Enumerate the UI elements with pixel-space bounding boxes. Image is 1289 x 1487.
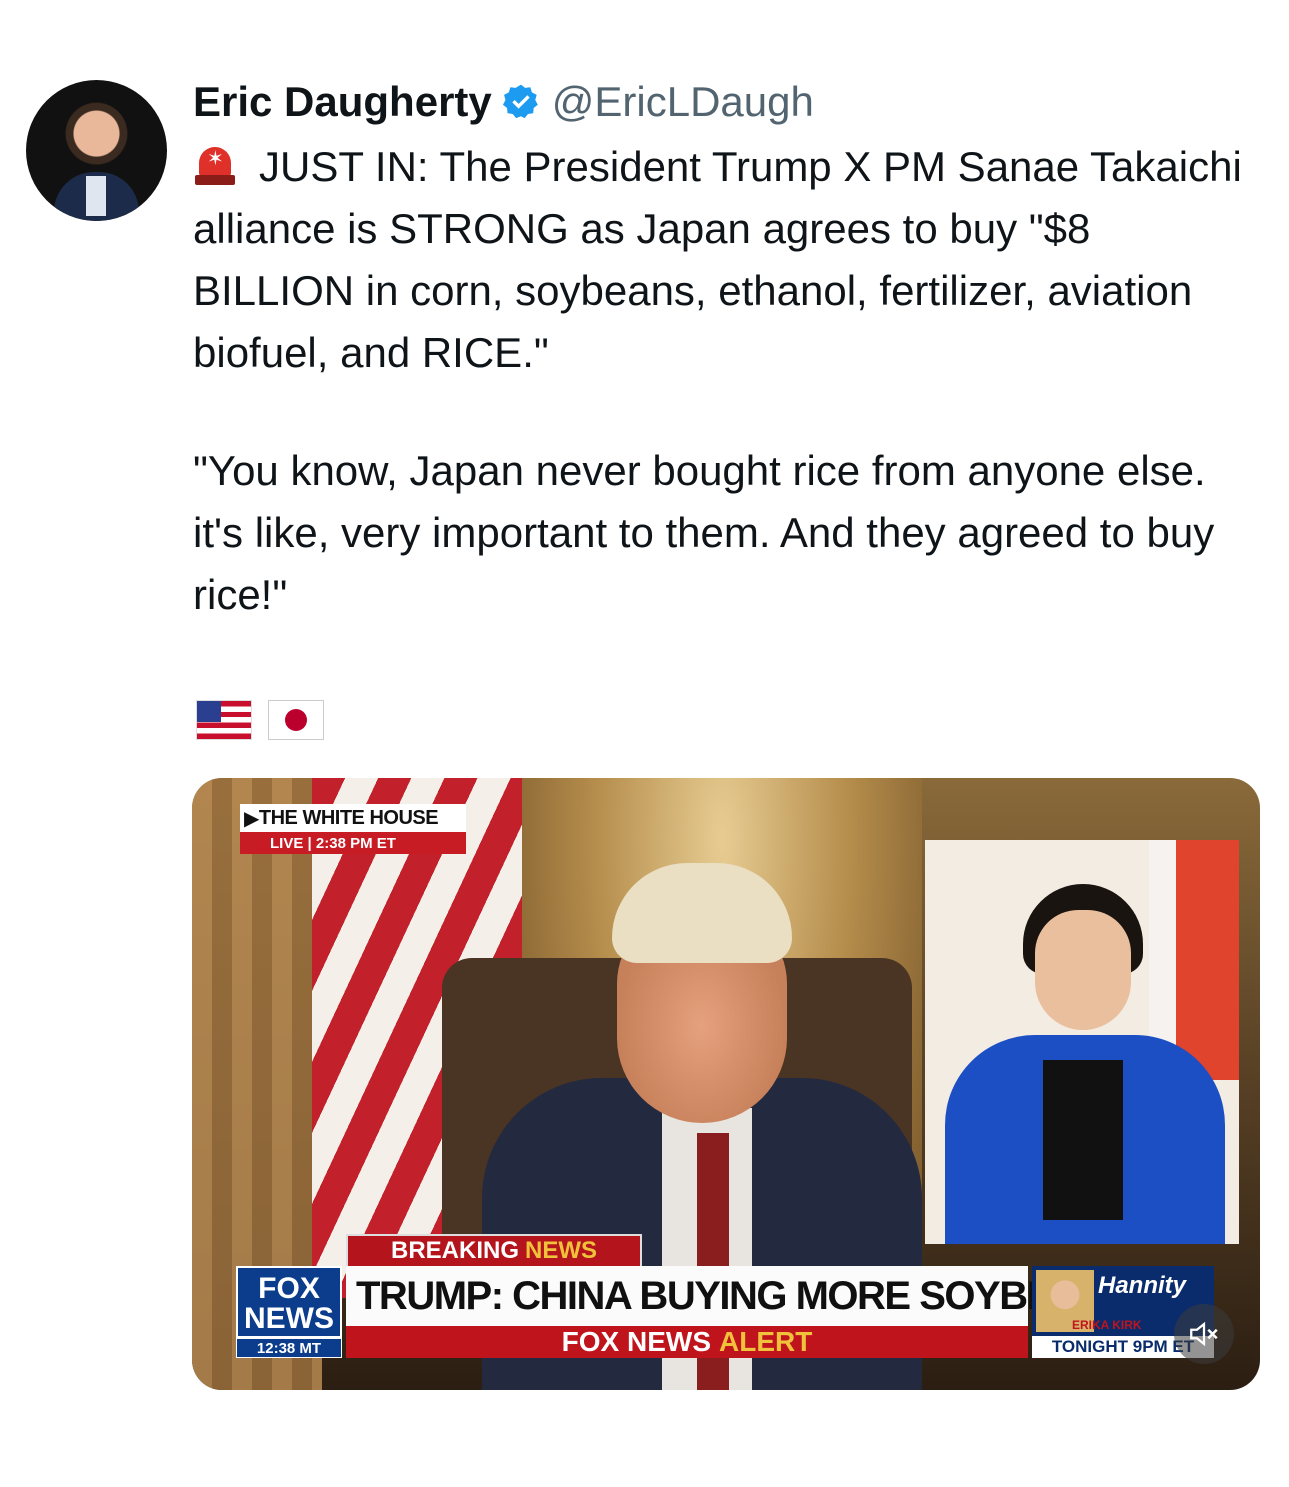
- video-player[interactable]: ▶ THE WHITE HOUSE LIVE | 2:38 PM ET BREAK…: [192, 778, 1260, 1390]
- network-time: 12:38 MT: [236, 1338, 342, 1358]
- breaking-label: BREAKING: [390, 1237, 519, 1264]
- live-bug: ▶ THE WHITE HOUSE LIVE | 2:38 PM ET: [240, 804, 466, 856]
- verified-badge-icon: [502, 84, 538, 119]
- alert-prefix: FOX NEWS: [561, 1326, 711, 1357]
- alert-bar: FOX NEWS ALERT: [346, 1326, 1028, 1358]
- tweet-header: Eric Daugherty @EricLDaugh: [193, 74, 814, 130]
- author-name[interactable]: Eric Daugherty: [193, 78, 492, 126]
- live-bug-title: THE WHITE HOUSE: [258, 806, 439, 829]
- alert-word: ALERT: [719, 1326, 813, 1357]
- fox-logo-line2: NEWS: [244, 1302, 334, 1335]
- speaker-muted-icon: [1190, 1321, 1218, 1347]
- live-time: 2:38 PM ET: [315, 834, 396, 852]
- fox-news-logo: FOX NEWS: [236, 1266, 342, 1338]
- lower-third: FOX NEWS 12:38 MT TRUMP: CHINA BUYING MO…: [236, 1266, 1236, 1368]
- us-flag-icon: [196, 700, 252, 740]
- japan-flag-icon: [268, 700, 324, 740]
- tweet-paragraph-1: ✶ JUST IN: The President Trump X PM Sana…: [193, 136, 1263, 384]
- flag-emojis: [196, 700, 324, 740]
- breaking-news-label: NEWS: [525, 1237, 597, 1264]
- mute-button[interactable]: [1174, 1304, 1234, 1364]
- play-triangle-icon: ▶: [244, 807, 259, 830]
- siren-icon: ✶: [193, 143, 237, 187]
- inset-face: [1035, 910, 1131, 1030]
- tweet-paragraph-2: "You know, Japan never bought rice from …: [193, 447, 1215, 618]
- tweet-line-1: JUST IN: The President Trump X PM Sanae …: [193, 143, 1242, 376]
- author-avatar[interactable]: [26, 80, 167, 221]
- inset-photo: [925, 840, 1239, 1244]
- headline-bar: TRUMP: CHINA BUYING MORE SOYBEANS: [346, 1266, 1133, 1326]
- author-handle[interactable]: @EricLDaugh: [552, 78, 814, 126]
- fox-logo-line1: FOX: [258, 1272, 320, 1305]
- breaking-news-tag: BREAKING NEWS: [346, 1234, 642, 1268]
- inset-black-top: [1043, 1060, 1123, 1220]
- promo-show-name: Hannity: [1098, 1272, 1187, 1299]
- live-label: LIVE: [270, 834, 304, 852]
- promo-guest: ERIKA KIRK: [1072, 1318, 1142, 1332]
- avatar-collar: [86, 176, 106, 216]
- tweet-body: ✶ JUST IN: The President Trump X PM Sana…: [193, 136, 1263, 626]
